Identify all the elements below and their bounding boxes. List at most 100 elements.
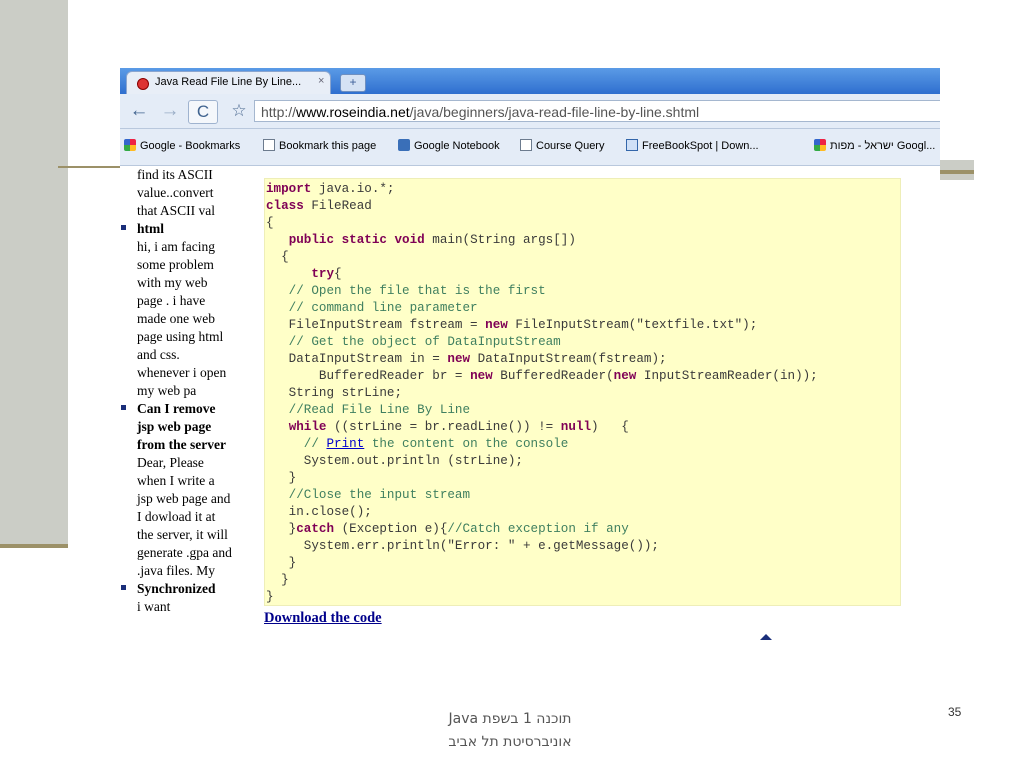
sidebar-text-line: generate .gpa and (137, 545, 232, 560)
google-icon (124, 139, 136, 151)
forward-button[interactable]: → (160, 100, 180, 122)
code-line: // Open the file that is the first (266, 284, 546, 298)
sidebar-text-line: when I write a (137, 473, 215, 488)
related-posts-sidebar: find its ASCII value..convert that ASCII… (120, 166, 250, 640)
sidebar-item-remove-jsp: Can I remove jsp web page from the serve… (120, 400, 250, 580)
bookmark-label: Google Notebook (414, 140, 500, 152)
code-line: } (266, 590, 274, 604)
page-icon (263, 139, 275, 151)
sidebar-item-title[interactable]: jsp web page (137, 418, 250, 436)
sidebar-text-line: whenever i open (137, 365, 227, 380)
sidebar-text-line: some problem (137, 257, 214, 272)
slide-top-rule (58, 166, 120, 168)
address-bar[interactable]: http://www.roseindia.net/java/beginners/… (254, 100, 940, 122)
bookmark-google-bookmarks[interactable]: Google - Bookmarks (124, 139, 240, 152)
sidebar-text-line: page . i have (137, 293, 206, 308)
code-line: } (266, 573, 289, 587)
code-line: } (266, 471, 297, 485)
sidebar-item-title[interactable]: html (137, 220, 250, 238)
code-line: try{ (311, 267, 342, 281)
url-path: /java/beginners/java-read-file-line-by-l… (409, 104, 700, 120)
bullet-icon (121, 225, 126, 230)
book-icon (626, 139, 638, 151)
sidebar-text-line: jsp web page and (137, 491, 231, 506)
reload-button[interactable]: C (188, 100, 218, 124)
sidebar-text-line: hi, i am facing (137, 239, 215, 254)
url-domain: www.roseindia.net (296, 104, 410, 120)
back-button[interactable]: ← (128, 100, 150, 122)
code-line: System.err.println("Error: " + e.getMess… (266, 539, 659, 553)
new-tab-button[interactable]: + (340, 74, 366, 92)
code-line: { (266, 216, 274, 230)
sidebar-item-synchronized: Synchronized i want (120, 580, 250, 616)
sidebar-text-line: my web pa (137, 383, 197, 398)
google-icon (814, 139, 826, 151)
bookmark-freebookspot[interactable]: FreeBookSpot | Down... (626, 139, 759, 152)
code-line: String strLine; (266, 386, 403, 400)
sidebar-text-line: made one web (137, 311, 215, 326)
code-line: BufferedReader br = new BufferedReader(n… (266, 369, 818, 383)
sidebar-item-title[interactable]: from the server (137, 436, 250, 454)
code-line: class FileRead (266, 199, 372, 213)
code-line: // command line parameter (266, 301, 478, 315)
sidebar-text-line: value..convert (137, 185, 214, 200)
sidebar-text-line: that ASCII val (137, 203, 215, 218)
bullet-icon (121, 585, 126, 590)
url-prefix: http:// (261, 104, 297, 120)
footer-university: אוניברסיטת תל אביב (448, 734, 572, 750)
browser-tab[interactable]: Java Read File Line By Line... × (126, 71, 331, 95)
sidebar-text-line: and css. (137, 347, 180, 362)
slide-left-bar (0, 0, 68, 545)
sidebar-text-line: with my web (137, 275, 208, 290)
sidebar-continued-text: find its ASCII value..convert that ASCII… (120, 166, 250, 220)
sidebar-text-line: find its ASCII (137, 167, 213, 182)
sidebar-text-line: .java files. My (137, 563, 215, 578)
code-line: // Get the object of DataInputStream (266, 335, 561, 349)
tab-close-icon[interactable]: × (318, 75, 324, 87)
sidebar-item-title[interactable]: Synchronized (137, 580, 250, 598)
scroll-up-icon[interactable] (760, 634, 772, 640)
bookmark-course-query[interactable]: Course Query (520, 139, 604, 152)
code-line: System.out.println (strLine); (266, 454, 523, 468)
sidebar-text-line: I dowload it at (137, 509, 216, 524)
bullet-icon (121, 405, 126, 410)
print-link[interactable]: Print (326, 437, 364, 451)
slide-page-number: 35 (948, 705, 962, 719)
code-line: in.close(); (266, 505, 372, 519)
sidebar-text-line: the server, it will (137, 527, 228, 542)
tab-strip: Java Read File Line By Line... × + (120, 68, 940, 95)
favicon-icon (137, 78, 149, 90)
code-line: } (266, 556, 297, 570)
code-listing: import java.io.*; class FileRead { publi… (264, 178, 901, 606)
sidebar-item-html: html hi, i am facing some problem with m… (120, 220, 250, 400)
slide-footer: תוכנה 1 בשפת Java אוניברסיטת תל אביב (380, 708, 640, 754)
bookmark-label: Google - Bookmarks (140, 140, 241, 152)
notebook-icon (398, 139, 410, 151)
slide-left-rule (0, 544, 68, 548)
code-line: }catch (Exception e){//Catch exception i… (266, 522, 629, 536)
code-line: public static void main(String args[]) (288, 233, 576, 247)
code-line: //Read File Line By Line (266, 403, 471, 417)
code-line: while ((strLine = br.readLine()) != null… (288, 420, 629, 434)
footer-course-title: תוכנה 1 בשפת Java (448, 711, 572, 727)
code-line: FileInputStream fstream = new FileInputS… (266, 318, 758, 332)
page-icon (520, 139, 532, 151)
bookmark-this-page[interactable]: Bookmark this page (263, 139, 376, 152)
browser-window: Java Read File Line By Line... × + ← → C… (120, 68, 940, 640)
bookmark-label: FreeBookSpot | Down... (642, 140, 759, 152)
code-line: // Print the content on the console (266, 437, 569, 451)
download-code-link[interactable]: Download the code (264, 610, 382, 627)
bookmark-star-icon[interactable]: ☆ (226, 100, 252, 122)
code-line: import java.io.*; (266, 182, 395, 196)
code-line: DataInputStream in = new DataInputStream… (266, 352, 667, 366)
bookmark-label: Course Query (536, 140, 605, 152)
bookmark-label: Bookmark this page (279, 140, 377, 152)
sidebar-text-line: Dear, Please (137, 455, 204, 470)
sidebar-text-line: page using html (137, 329, 224, 344)
sidebar-item-title[interactable]: Can I remove (137, 400, 250, 418)
code-line: //Close the input stream (266, 488, 471, 502)
tab-title: Java Read File Line By Line... (155, 76, 302, 88)
page-content: find its ASCII value..convert that ASCII… (120, 166, 940, 640)
bookmark-google-notebook[interactable]: Google Notebook (398, 139, 500, 152)
bookmark-google-maps-israel[interactable]: ישראל - מפות Googl... (814, 139, 935, 152)
